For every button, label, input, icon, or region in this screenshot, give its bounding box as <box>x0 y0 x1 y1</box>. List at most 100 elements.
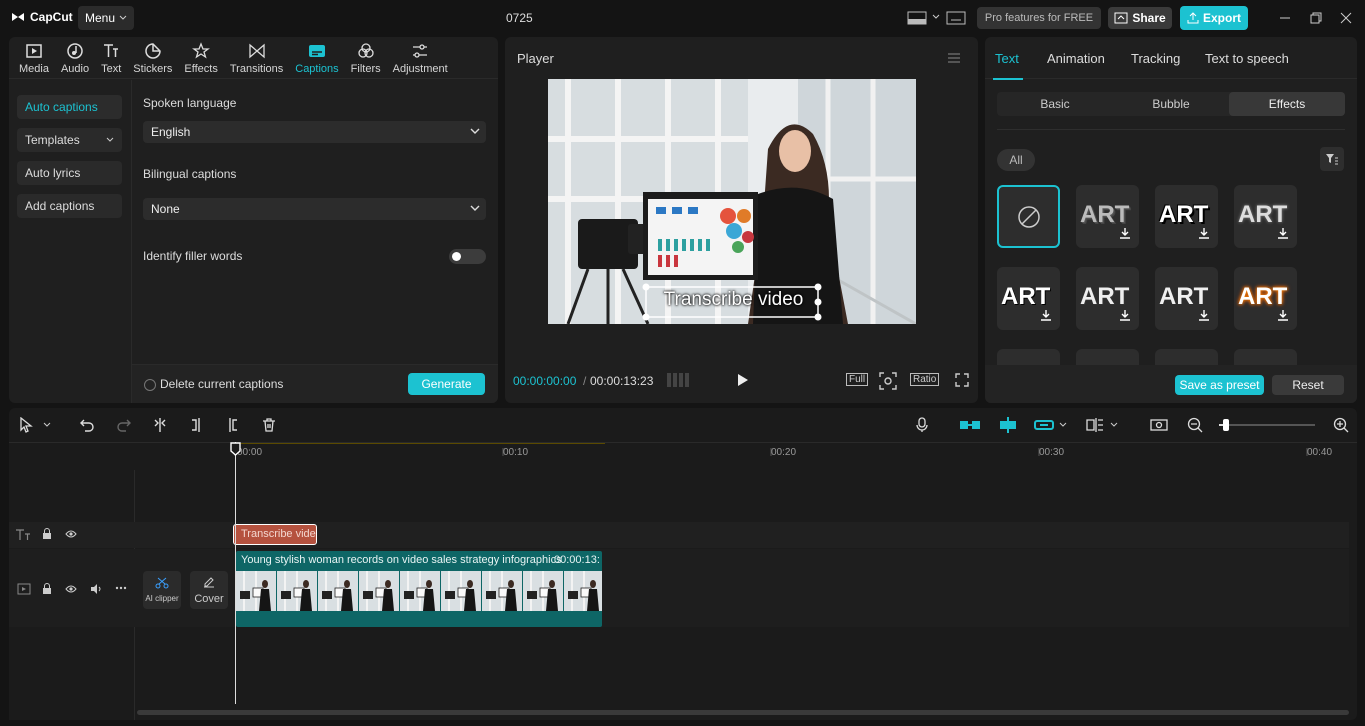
tab-adjustment[interactable]: Adjustment <box>387 37 454 79</box>
spoken-language-label: Spoken language <box>143 96 237 110</box>
tab-captions[interactable]: Captions <box>289 37 344 79</box>
eye-icon[interactable] <box>65 529 77 539</box>
keyboard-icon[interactable] <box>946 11 966 25</box>
effect-none-tile[interactable] <box>997 185 1060 248</box>
undo-icon[interactable] <box>79 417 95 433</box>
zoom-in-icon[interactable] <box>1333 417 1349 433</box>
text-clip[interactable]: Transcribe video <box>233 524 317 545</box>
lock-icon[interactable] <box>42 528 52 540</box>
pro-features-button[interactable]: Pro features for FREE <box>977 7 1101 29</box>
screenshot-icon[interactable] <box>879 372 897 390</box>
menu-button[interactable]: Menu <box>78 6 134 30</box>
caption-overlay[interactable]: Transcribe video <box>651 289 816 311</box>
more-icon[interactable] <box>115 586 127 590</box>
speaker-icon[interactable] <box>90 583 102 595</box>
minimize-icon[interactable] <box>1279 12 1291 24</box>
delete-icon[interactable] <box>261 417 277 433</box>
timeline-scrollbar[interactable] <box>137 710 1349 715</box>
filler-words-toggle[interactable] <box>449 249 486 264</box>
tab-stickers[interactable]: Stickers <box>127 37 178 79</box>
filter-button[interactable] <box>1320 147 1344 171</box>
video-clip[interactable]: Young stylish woman records on video sal… <box>236 551 602 627</box>
generate-button[interactable]: Generate <box>408 373 485 395</box>
pencil-icon <box>204 577 214 588</box>
link-clips-icon[interactable] <box>1033 417 1055 433</box>
effect-tile[interactable]: ART <box>1076 267 1139 330</box>
trim-right-icon[interactable] <box>224 417 240 433</box>
playhead-line[interactable] <box>235 442 236 704</box>
microphone-icon[interactable] <box>915 417 929 433</box>
seg-basic[interactable]: Basic <box>997 92 1113 116</box>
eye-icon[interactable] <box>65 584 77 594</box>
effect-tile[interactable]: ART <box>1234 267 1297 330</box>
auto-snap-icon[interactable] <box>997 417 1019 433</box>
zoom-slider-handle[interactable] <box>1223 419 1229 431</box>
effect-tile[interactable]: ART <box>1155 267 1218 330</box>
seg-effects[interactable]: Effects <box>1229 92 1345 116</box>
main-track-magnet-icon[interactable] <box>959 417 981 433</box>
effect-tile[interactable] <box>1234 349 1297 365</box>
close-icon[interactable] <box>1340 12 1352 24</box>
playhead-handle[interactable] <box>230 442 241 456</box>
zoom-slider-track[interactable] <box>1219 424 1315 426</box>
effect-tile[interactable] <box>1155 349 1218 365</box>
nav-auto-lyrics[interactable]: Auto lyrics <box>17 161 122 185</box>
chevron-down-icon[interactable] <box>1059 422 1067 428</box>
fullscreen-icon[interactable] <box>955 373 969 387</box>
tab-label: Filters <box>350 62 381 75</box>
tab-transitions[interactable]: Transitions <box>224 37 289 79</box>
play-icon[interactable] <box>735 373 749 387</box>
nav-templates[interactable]: Templates <box>17 128 122 152</box>
lock-icon[interactable] <box>42 583 52 595</box>
reset-button[interactable]: Reset <box>1272 375 1344 395</box>
seg-bubble[interactable]: Bubble <box>1113 92 1229 116</box>
tab-text[interactable]: Text <box>95 37 127 79</box>
effect-tile[interactable]: ART <box>997 267 1060 330</box>
effect-tile[interactable] <box>997 349 1060 365</box>
chevron-down-icon <box>106 137 114 142</box>
tab-effects[interactable]: Effects <box>178 37 223 79</box>
effect-tile[interactable]: ART <box>1155 185 1218 248</box>
tab-label: Audio <box>60 62 90 75</box>
chevron-down-icon[interactable] <box>932 14 940 20</box>
maximize-icon[interactable] <box>1310 12 1322 24</box>
bilingual-captions-select[interactable]: None <box>143 198 486 220</box>
layout-icon[interactable] <box>907 11 927 25</box>
ratio-button[interactable]: Ratio <box>910 373 940 386</box>
zoom-fit-icon[interactable] <box>1149 417 1169 433</box>
tab-animation[interactable]: Animation <box>1047 51 1105 66</box>
tab-media[interactable]: Media <box>13 37 55 79</box>
filter-all-chip[interactable]: All <box>997 149 1035 171</box>
spoken-language-select[interactable]: English <box>143 121 486 143</box>
preview-axis-icon[interactable] <box>1085 417 1105 433</box>
tab-filters[interactable]: Filters <box>345 37 387 79</box>
ruler-ticks <box>234 448 1308 456</box>
export-button[interactable]: Export <box>1180 6 1248 30</box>
hamburger-menu-icon[interactable] <box>947 52 961 64</box>
ai-clipper-button[interactable]: AI clipper <box>143 571 181 609</box>
delete-captions-checkbox[interactable] <box>144 379 156 391</box>
chevron-down-icon[interactable] <box>1110 422 1118 428</box>
full-quality-button[interactable]: Full <box>846 373 869 386</box>
tab-text-to-speech[interactable]: Text to speech <box>1205 51 1289 66</box>
save-as-preset-button[interactable]: Save as preset <box>1175 375 1264 395</box>
effect-tile[interactable] <box>1076 349 1139 365</box>
tab-audio[interactable]: Audio <box>55 37 95 79</box>
timeline-grid-icon[interactable] <box>667 373 689 387</box>
cover-label: Cover <box>194 593 224 605</box>
split-icon[interactable] <box>152 417 168 433</box>
nav-auto-captions[interactable]: Auto captions <box>17 95 122 119</box>
tab-text-props[interactable]: Text <box>995 51 1019 66</box>
cover-button[interactable]: Cover <box>190 571 228 609</box>
redo-icon[interactable] <box>116 417 132 433</box>
zoom-out-icon[interactable] <box>1187 417 1203 433</box>
tab-tracking[interactable]: Tracking <box>1131 51 1180 66</box>
effect-tile[interactable]: ART <box>1234 185 1297 248</box>
share-button[interactable]: Share <box>1108 7 1172 29</box>
chevron-down-icon[interactable] <box>43 422 51 428</box>
nav-add-captions[interactable]: Add captions <box>17 194 122 218</box>
select-cursor-icon[interactable] <box>19 417 33 433</box>
effect-tile[interactable]: ART <box>1076 185 1139 248</box>
video-preview[interactable]: Transcribe video <box>548 79 916 324</box>
trim-left-icon[interactable] <box>189 417 205 433</box>
